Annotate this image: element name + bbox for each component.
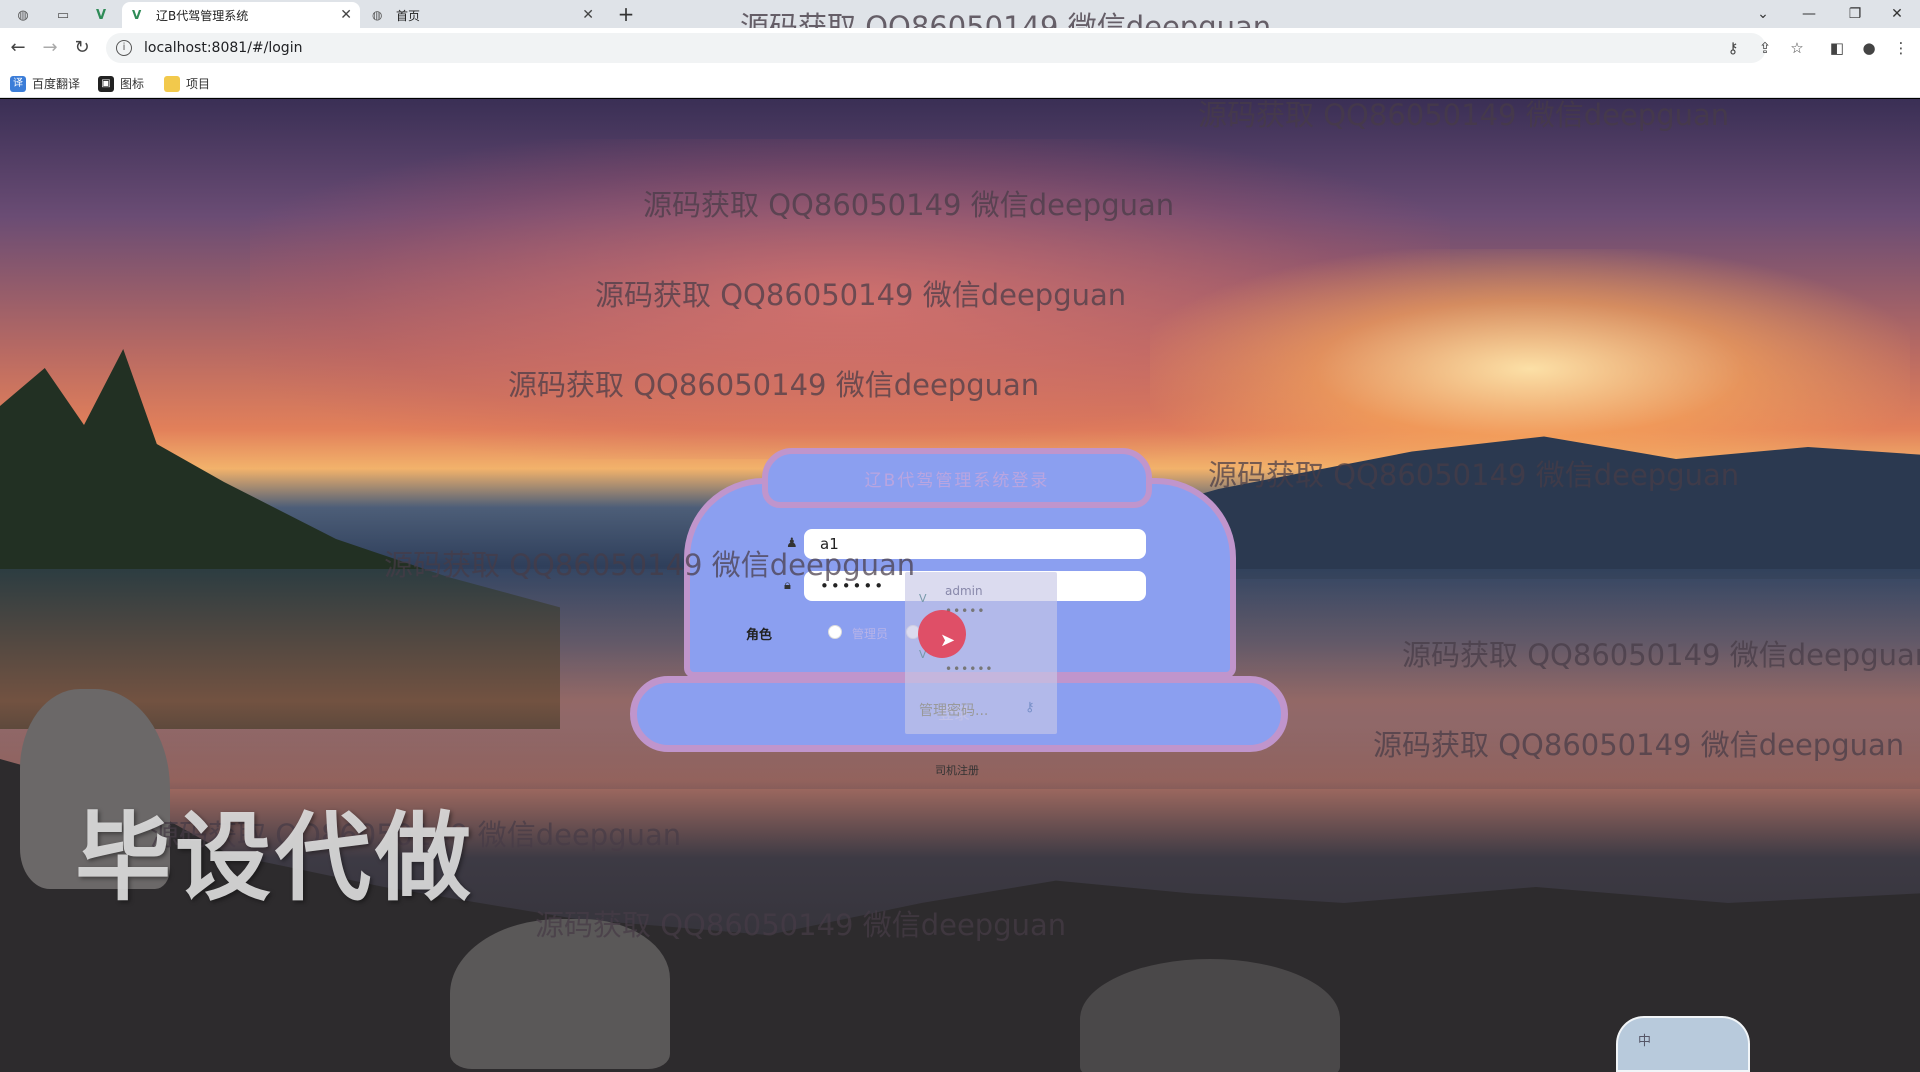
close-window-button[interactable]: ✕ — [1874, 0, 1920, 28]
watermark-text: 源码获取 QQ86050149 微信deepguan — [595, 278, 1127, 312]
info-icon[interactable]: i — [116, 40, 132, 56]
watermark-text: 源码获取 QQ86050149 微信deepguan — [1198, 98, 1730, 132]
pinned-tab-vue-icon[interactable]: V — [86, 3, 116, 27]
password-key-icon[interactable]: ⚷ — [1722, 37, 1744, 59]
watermark-text: 源码获取 QQ86050149 微信deepguan — [1373, 728, 1905, 762]
browser-toolbar: ← → ↻ i localhost:8081/#/login ⚷ ⇪ ☆ ◧ ●… — [0, 28, 1920, 68]
watermark-text: 源码获取 QQ86050149 微信deepguan — [1208, 458, 1740, 492]
bookmark-star-icon[interactable]: ☆ — [1786, 37, 1808, 59]
url-text: localhost:8081/#/login — [144, 40, 303, 56]
driver-register-link[interactable]: 司机注册 — [935, 762, 979, 778]
vue-icon: V — [919, 592, 927, 605]
close-icon[interactable]: ✕ — [340, 7, 352, 23]
folder-icon — [164, 75, 180, 92]
mouse-cursor-icon: ➤ — [940, 630, 956, 651]
share-icon[interactable]: ⇪ — [1754, 37, 1776, 59]
rock — [1080, 959, 1340, 1072]
watermark-text: 源码获取 QQ86050149 微信deepguan — [1402, 638, 1920, 672]
close-icon[interactable]: ✕ — [582, 7, 594, 23]
globe-icon: ◍ — [372, 8, 383, 22]
ime-widget[interactable]: 中 — [1616, 1016, 1750, 1072]
bookmark-label: 项目 — [186, 77, 211, 91]
profile-avatar-icon[interactable]: ● — [1858, 37, 1880, 59]
tab-login[interactable]: V 辽B代驾管理系统 ✕ — [122, 2, 360, 28]
reload-icon[interactable]: ↻ — [70, 36, 94, 60]
watermark-text: 源码获取 QQ86050149 微信deepguan — [384, 548, 916, 582]
side-panel-icon[interactable]: ◧ — [1826, 37, 1848, 59]
back-arrow-icon[interactable]: ← — [6, 36, 30, 60]
manage-passwords-item[interactable]: 管理密码... — [919, 700, 988, 720]
role-option-label: 管理员 — [852, 627, 889, 641]
tab-home[interactable]: ◍ 首页 ✕ — [362, 2, 602, 28]
bookmark-baidu-translate[interactable]: 译 百度翻译 — [10, 75, 80, 92]
bookmark-label: 图标 — [120, 77, 145, 91]
autofill-password-dots: •••••• — [945, 662, 994, 676]
new-tab-button[interactable]: + — [614, 2, 638, 26]
ime-mode-label: 中 — [1638, 1034, 1652, 1049]
bookmark-label: 百度翻译 — [32, 77, 81, 91]
brand-overlay-text: 毕设代做 — [75, 802, 475, 914]
role-label: 角色 — [746, 628, 773, 643]
tab-label: 辽B代驾管理系统 — [156, 8, 249, 23]
image-icon: ▣ — [98, 75, 114, 92]
role-radio-admin[interactable] — [828, 625, 842, 639]
bookmark-folder-projects[interactable]: 项目 — [164, 75, 210, 92]
browser-tab-bar: ◍ ▭ V V 辽B代驾管理系统 ✕ ◍ 首页 ✕ + 源码获取 QQ86050… — [0, 0, 1920, 44]
card-title: 辽B代驾管理系统登录 — [864, 470, 1050, 491]
bookmark-icons[interactable]: ▣ 图标 — [98, 75, 144, 92]
watermark-text: 源码获取 QQ86050149 微信deepguan — [535, 908, 1067, 942]
minimize-button[interactable]: — — [1786, 0, 1832, 28]
tab-label: 首页 — [396, 8, 421, 23]
pinned-tab-blank-icon[interactable]: ▭ — [48, 3, 78, 27]
login-card-header: 辽B代驾管理系统登录 — [762, 448, 1152, 508]
menu-kebab-icon[interactable]: ⋮ — [1890, 37, 1912, 59]
restore-button[interactable]: ❐ — [1832, 0, 1878, 28]
address-bar[interactable]: i localhost:8081/#/login — [106, 33, 1766, 63]
pinned-tab-globe-icon[interactable]: ◍ — [8, 3, 38, 27]
vue-icon: V — [132, 8, 142, 22]
watermark-text: 源码获取 QQ86050149 微信deepguan — [508, 368, 1040, 402]
tab-search-chevron-icon[interactable]: ⌄ — [1740, 0, 1786, 28]
key-icon: ⚷ — [1025, 700, 1035, 715]
forward-arrow-icon[interactable]: → — [38, 36, 62, 60]
watermark-text: 源码获取 QQ86050149 微信deepguan — [643, 188, 1175, 222]
translate-icon: 译 — [10, 75, 26, 92]
autofill-username[interactable]: admin — [945, 584, 983, 598]
